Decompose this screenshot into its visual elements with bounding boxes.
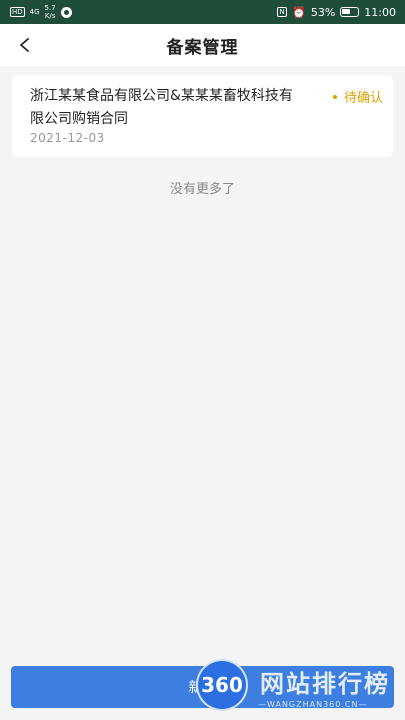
contract-date: 2021-12-03 [30,131,105,145]
nav-bar: 备案管理 [0,24,405,66]
battery-percent: 53% [310,5,336,19]
record-card[interactable]: 浙江某某食品有限公司&某某某畜牧科技有限公司购销合同 2021-12-03 待确… [12,75,393,157]
watermark-title: 网站排行榜 [260,670,390,698]
status-bar: HD 4G 5.7 K/s N ⏰ 53% 11:00 [0,0,405,24]
list-end-text: 没有更多了 [169,182,235,197]
contract-title: 浙江某某食品有限公司&某某某畜牧科技有限公司购销合同 [30,88,293,127]
watermark-logo: 360 [196,659,248,711]
status-bar-left: HD 4G 5.7 K/s [10,4,72,20]
watermark-subtitle: —WANGZHAN360.CN— [258,700,368,709]
signal-icon: 4G [29,7,40,16]
battery-icon [340,7,360,17]
chevron-left-icon[interactable] [12,32,38,58]
status-dot-icon [332,94,337,99]
page-title: 备案管理 [166,37,239,58]
alarm-icon: ⏰ [292,5,306,19]
net-speed-value: 5.7 [44,4,56,12]
app-notification-icon [60,6,72,18]
net-speed-unit: K/s [44,12,56,20]
status-label: 待确认 [343,91,383,106]
clock: 11:00 [364,5,396,19]
status-bar-right: N ⏰ 53% 11:00 [277,6,396,19]
watermark: 360 网站排行榜 —WANGZHAN360.CN— [190,654,405,718]
network-speed: 5.7 K/s [45,4,56,20]
hd-icon: HD [10,7,25,17]
status-badge: 待确认 [332,87,383,106]
nfc-icon: N [277,7,288,17]
